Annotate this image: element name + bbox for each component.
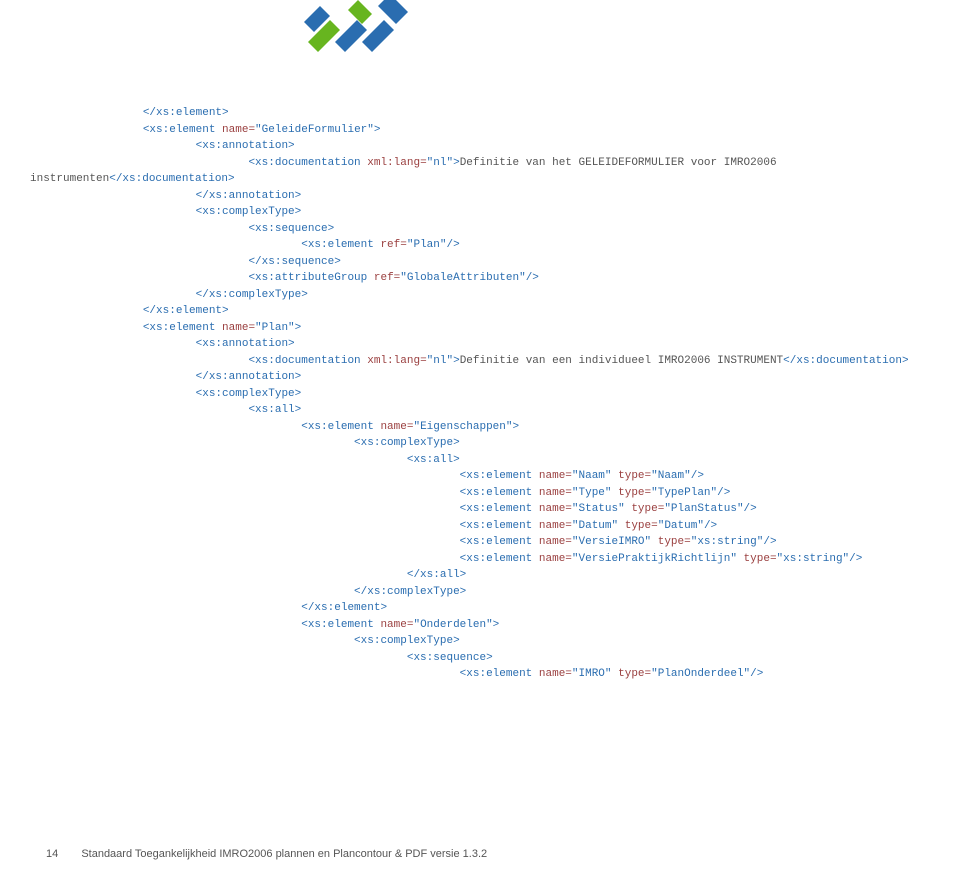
- logo: [300, 0, 430, 60]
- page-number: 14: [46, 848, 58, 860]
- footer: 14 Standaard Toegankelijkheid IMRO2006 p…: [46, 848, 487, 860]
- footer-text: Standaard Toegankelijkheid IMRO2006 plan…: [81, 848, 487, 860]
- xml-code-block: </xs:element> <xs:element name="GeleideF…: [90, 105, 950, 683]
